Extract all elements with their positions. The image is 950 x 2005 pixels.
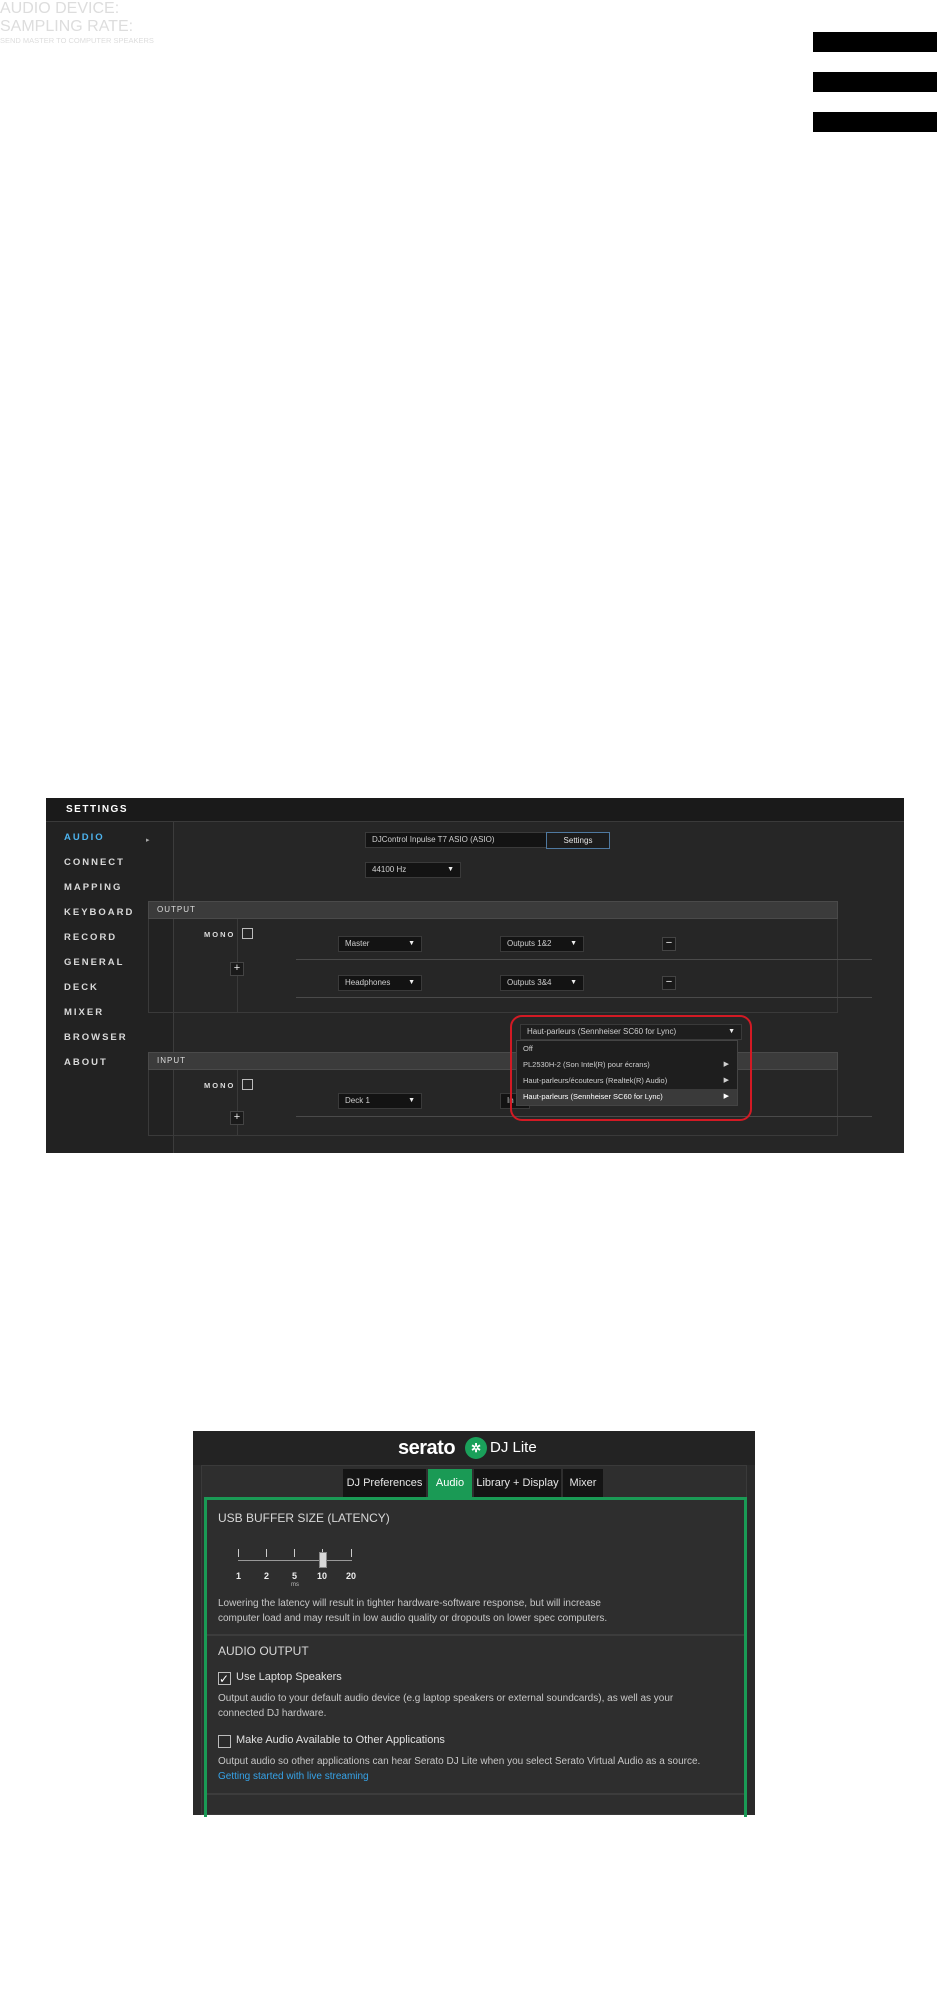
latency-tick bbox=[266, 1549, 267, 1557]
product-name: DJ Lite bbox=[490, 1439, 537, 1456]
row-divider bbox=[296, 959, 872, 960]
output-channel-value: Master bbox=[345, 939, 370, 948]
chevron-right-icon: ▸ bbox=[146, 837, 150, 844]
output-mono-label: MONO bbox=[204, 930, 236, 939]
use-laptop-speakers-checkbox[interactable]: ✓ bbox=[218, 1672, 231, 1686]
output-channel-select[interactable]: Master ▼ bbox=[338, 936, 422, 952]
sidebar-item-connect[interactable]: CONNECT bbox=[64, 857, 125, 868]
latency-tick-label: 10 bbox=[317, 1571, 328, 1581]
section-separator bbox=[207, 1634, 744, 1636]
hamburger-menu-icon[interactable] bbox=[813, 32, 937, 132]
hamburger-bar bbox=[813, 32, 937, 52]
latency-tick-label: 5 bbox=[292, 1571, 298, 1581]
serato-header: serato ✲ DJ Lite bbox=[193, 1431, 755, 1465]
output-port-select[interactable]: Outputs 1&2 ▼ bbox=[500, 936, 584, 952]
output-channel-value: Headphones bbox=[345, 978, 391, 987]
section-separator bbox=[207, 1793, 744, 1795]
caret-down-icon: ▼ bbox=[408, 940, 415, 947]
make-audio-available-label: Make Audio Available to Other Applicatio… bbox=[236, 1734, 445, 1746]
sidebar-item-mixer[interactable]: MIXER bbox=[64, 1007, 104, 1018]
sidebar-item-record[interactable]: RECORD bbox=[64, 932, 117, 943]
checkmark-icon: ✓ bbox=[219, 1672, 230, 1686]
remove-output-button[interactable]: − bbox=[662, 976, 676, 990]
output-section-header: OUTPUT bbox=[148, 901, 838, 919]
latency-tick bbox=[294, 1549, 295, 1557]
caret-down-icon: ▼ bbox=[570, 940, 577, 947]
tab-library-display[interactable]: Library + Display bbox=[474, 1469, 561, 1497]
add-input-button[interactable]: + bbox=[230, 1111, 244, 1125]
audio-output-title: AUDIO OUTPUT bbox=[218, 1644, 309, 1658]
live-streaming-link[interactable]: Getting started with live streaming bbox=[218, 1771, 369, 1782]
input-mono-checkbox[interactable] bbox=[242, 1079, 253, 1090]
caret-down-icon: ▼ bbox=[570, 979, 577, 986]
latency-tick-label: 1 bbox=[236, 1571, 242, 1581]
use-laptop-speakers-label: Use Laptop Speakers bbox=[236, 1671, 342, 1683]
output-port-select[interactable]: Outputs 3&4 ▼ bbox=[500, 975, 584, 991]
output-port-value: Outputs 1&2 bbox=[507, 939, 552, 948]
latency-description: computer load and may result in low audi… bbox=[218, 1613, 608, 1624]
latency-slider-thumb[interactable] bbox=[319, 1552, 327, 1568]
caret-down-icon: ▼ bbox=[408, 979, 415, 986]
make-audio-description: Output audio so other applications can h… bbox=[218, 1756, 701, 1767]
row-divider bbox=[296, 997, 872, 998]
use-laptop-description: connected DJ hardware. bbox=[218, 1708, 327, 1719]
use-laptop-description: Output audio to your default audio devic… bbox=[218, 1693, 674, 1704]
latency-tick-label: 2 bbox=[264, 1571, 270, 1581]
settings-title: SETTINGS bbox=[46, 798, 904, 822]
send-master-label: SEND MASTER TO COMPUTER SPEAKERS bbox=[0, 36, 154, 45]
sidebar-item-browser[interactable]: BROWSER bbox=[64, 1032, 128, 1043]
audio-device-label: AUDIO DEVICE: bbox=[0, 0, 120, 17]
caret-down-icon: ▼ bbox=[408, 1097, 415, 1104]
make-audio-available-checkbox[interactable] bbox=[218, 1735, 231, 1748]
latency-tick bbox=[351, 1549, 352, 1557]
tab-mixer[interactable]: Mixer bbox=[563, 1469, 603, 1497]
highlight-annotation bbox=[510, 1015, 752, 1121]
add-output-button[interactable]: + bbox=[230, 962, 244, 976]
sampling-rate-value: 44100 Hz bbox=[372, 865, 407, 874]
input-channel-value: Deck 1 bbox=[345, 1096, 370, 1105]
sidebar-item-general[interactable]: GENERAL bbox=[64, 957, 124, 968]
remove-output-button[interactable]: − bbox=[662, 937, 676, 951]
tab-dj-preferences[interactable]: DJ Preferences bbox=[343, 1469, 426, 1497]
hamburger-bar bbox=[813, 72, 937, 92]
caret-down-icon: ▼ bbox=[447, 866, 454, 873]
sidebar-item-deck[interactable]: DECK bbox=[64, 982, 99, 993]
output-channel-select[interactable]: Headphones ▼ bbox=[338, 975, 422, 991]
input-channel-select[interactable]: Deck 1 ▼ bbox=[338, 1093, 422, 1109]
usb-buffer-title: USB BUFFER SIZE (LATENCY) bbox=[218, 1511, 390, 1525]
latency-tick-label: 20 bbox=[346, 1571, 357, 1581]
latency-unit: ms bbox=[291, 1582, 299, 1588]
device-settings-button[interactable]: Settings bbox=[546, 832, 610, 849]
hamburger-bar bbox=[813, 112, 937, 132]
sidebar-item-mapping[interactable]: MAPPING bbox=[64, 882, 122, 893]
serato-badge-icon: ✲ bbox=[465, 1437, 487, 1459]
sampling-rate-select[interactable]: 44100 Hz ▼ bbox=[365, 862, 461, 878]
latency-description: Lowering the latency will result in tigh… bbox=[218, 1598, 601, 1609]
sidebar-item-about[interactable]: ABOUT bbox=[64, 1057, 108, 1068]
sampling-rate-label: SAMPLING RATE: bbox=[0, 18, 134, 35]
sidebar-item-keyboard[interactable]: KEYBOARD bbox=[64, 907, 134, 918]
output-port-value: Outputs 3&4 bbox=[507, 978, 552, 987]
audio-device-value: DJControl Inpulse T7 ASIO (ASIO) bbox=[372, 835, 495, 844]
input-mono-label: MONO bbox=[204, 1081, 236, 1090]
latency-slider-track[interactable] bbox=[238, 1560, 352, 1561]
latency-tick bbox=[238, 1549, 239, 1557]
section-divider bbox=[237, 1070, 238, 1135]
output-mono-checkbox[interactable] bbox=[242, 928, 253, 939]
tab-audio[interactable]: Audio bbox=[428, 1469, 472, 1497]
sidebar-item-audio[interactable]: AUDIO bbox=[64, 832, 105, 843]
serato-logo: serato bbox=[398, 1437, 456, 1459]
